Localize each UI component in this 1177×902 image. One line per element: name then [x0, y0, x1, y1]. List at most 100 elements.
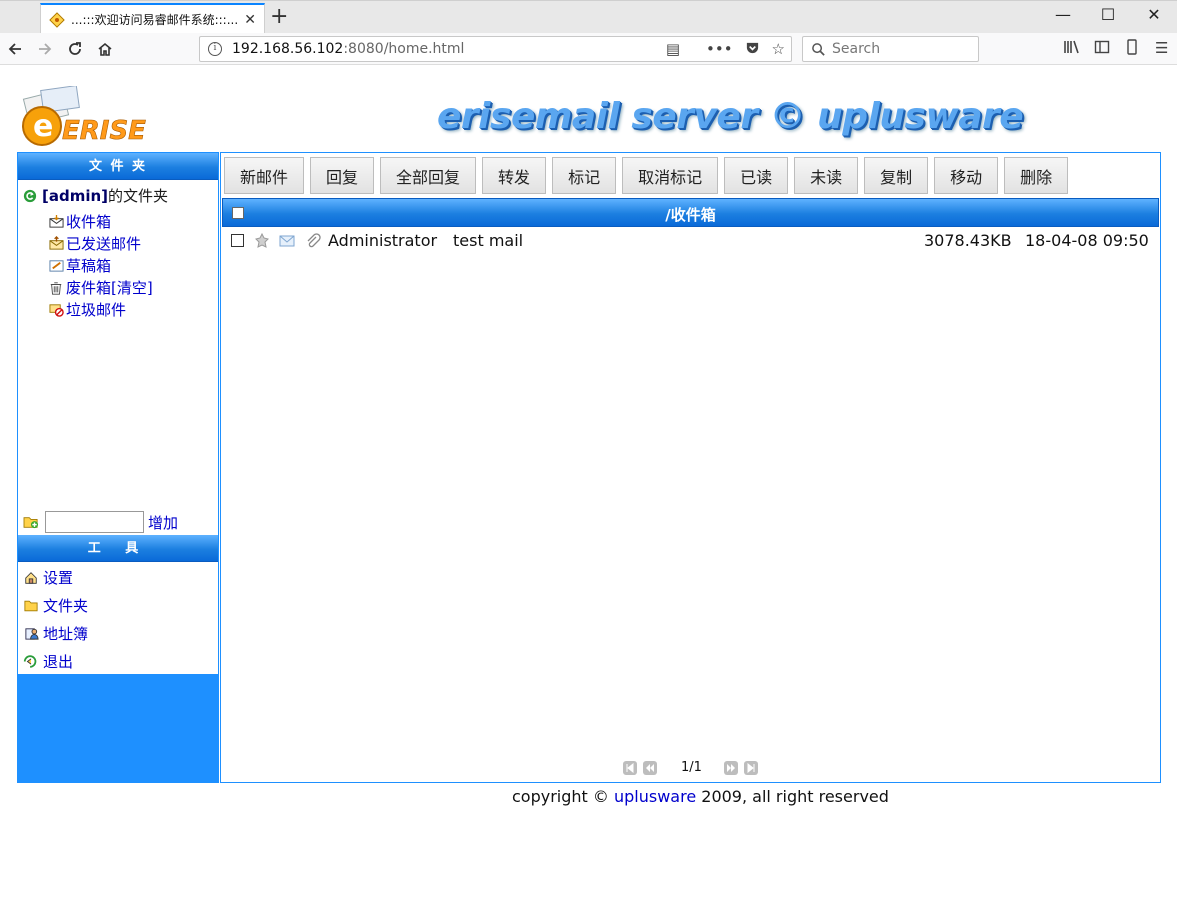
unflag-button[interactable]: 取消标记	[622, 157, 719, 194]
reply-button[interactable]: 回复	[310, 157, 375, 194]
prev-page-icon[interactable]	[643, 760, 657, 775]
last-page-icon[interactable]	[743, 760, 758, 775]
mail-from: Administrator	[328, 231, 438, 250]
page-indicator: 1/1	[681, 760, 702, 775]
home-icon[interactable]	[94, 38, 116, 60]
folder-inbox[interactable]: 收件箱	[48, 211, 111, 232]
reader-view-icon[interactable]: ▤	[666, 40, 680, 59]
folder-trash[interactable]: 废件箱[清空]	[48, 277, 153, 298]
tool-label: 文件夹	[43, 597, 89, 615]
mail-list-title: /收件箱	[665, 206, 716, 224]
forward-button[interactable]: 转发	[482, 157, 547, 194]
window-close-icon[interactable]: ✕	[1131, 5, 1177, 24]
banner-title: erisemail server © uplusware	[437, 96, 1024, 137]
attachment-icon	[307, 233, 321, 248]
tool-folders[interactable]: 文件夹	[23, 595, 88, 616]
tool-logout[interactable]: 退出	[23, 651, 73, 672]
tool-label: 设置	[43, 569, 74, 587]
folder-icon	[23, 598, 39, 614]
address-book-icon	[23, 626, 39, 642]
owner-suffix: 的文件夹	[108, 187, 169, 205]
flag-icon[interactable]	[254, 233, 270, 249]
folder-label: 草稿箱	[66, 257, 112, 275]
tab-close-icon[interactable]: ✕	[244, 12, 256, 28]
mark-unread-button[interactable]: 未读	[794, 157, 859, 194]
tools-panel: 设置 文件夹 地址簿 退出	[18, 562, 218, 674]
folder-spam[interactable]: 垃圾邮件	[48, 299, 126, 320]
url-host: 192.168.56.102	[232, 41, 344, 57]
tab-title: ...:::欢迎访问易睿邮件系统:::...	[71, 13, 239, 27]
trash-icon	[48, 280, 64, 296]
owner-username: [admin]	[42, 186, 109, 205]
library-icon[interactable]	[1063, 39, 1081, 59]
site-info-icon[interactable]: i	[208, 42, 222, 56]
folder-owner: [admin] 的文件夹	[23, 185, 168, 206]
page-actions-icon[interactable]: •••	[706, 40, 733, 59]
url-bar[interactable]: i 192.168.56.102:8080/home.html ▤ ••• ☆	[199, 36, 792, 62]
reload-icon[interactable]	[64, 38, 86, 60]
forward-icon[interactable]	[34, 38, 56, 60]
url-path: :8080/home.html	[343, 41, 465, 57]
spam-icon	[48, 302, 64, 318]
add-folder-button[interactable]: 增加	[148, 512, 178, 533]
tools-panel-heading: 工 具	[18, 535, 218, 562]
add-folder-row: 增加	[23, 511, 178, 533]
delete-button[interactable]: 删除	[1004, 157, 1069, 194]
search-input[interactable]	[832, 41, 972, 57]
drafts-icon	[48, 258, 64, 274]
svg-text:e: e	[33, 109, 53, 144]
sidebar-toggle-icon[interactable]	[1094, 39, 1110, 59]
read-envelope-icon	[279, 235, 295, 247]
folders-panel-heading: 文 件 夹	[18, 153, 218, 180]
mail-list-header: /收件箱	[222, 198, 1159, 227]
left-sidebar: 文 件 夹 [admin] 的文件夹 收件箱 已发送邮件 草稿箱 废件箱[清空]…	[17, 152, 219, 783]
new-mail-button[interactable]: 新邮件	[224, 157, 305, 194]
bookmark-star-icon[interactable]: ☆	[772, 40, 785, 59]
mark-read-button[interactable]: 已读	[724, 157, 789, 194]
move-button[interactable]: 移动	[934, 157, 999, 194]
new-folder-input[interactable]	[45, 511, 144, 533]
first-page-icon[interactable]	[623, 760, 637, 775]
mail-date: 18-04-08 09:50	[1025, 231, 1149, 250]
tool-label: 地址簿	[43, 625, 89, 643]
sent-icon	[48, 236, 64, 252]
erise-logo: e ERISE	[20, 85, 170, 148]
back-icon[interactable]	[4, 38, 26, 60]
folder-label: 垃圾邮件	[66, 301, 127, 319]
maximize-icon[interactable]: ☐	[1085, 5, 1131, 24]
mail-row[interactable]: Administrator test mail 3078.43KB 18-04-…	[222, 229, 1159, 253]
folder-drafts[interactable]: 草稿箱	[48, 255, 111, 276]
responsive-design-icon[interactable]	[1125, 39, 1139, 59]
refresh-folders-icon[interactable]	[23, 189, 37, 203]
browser-navbar: i 192.168.56.102:8080/home.html ▤ ••• ☆ …	[0, 33, 1177, 65]
browser-tab[interactable]: ...:::欢迎访问易睿邮件系统:::... ✕	[40, 3, 265, 34]
pocket-icon[interactable]	[745, 40, 760, 59]
mail-toolbar: 新邮件 回复 全部回复 转发 标记 取消标记 已读 未读 复制 移动 删除	[224, 157, 1069, 194]
search-icon	[812, 42, 825, 56]
footer-prefix: copyright ©	[512, 787, 614, 806]
site-favicon-icon	[49, 11, 65, 28]
browser-tabbar: ...:::欢迎访问易睿邮件系统:::... ✕ + — ☐ ✕	[0, 0, 1177, 34]
logout-icon	[23, 654, 39, 670]
mail-row-checkbox[interactable]	[231, 234, 244, 247]
folder-label: 已发送邮件	[66, 235, 142, 253]
add-folder-icon	[23, 517, 38, 529]
main-panel: 新邮件 回复 全部回复 转发 标记 取消标记 已读 未读 复制 移动 删除 /收…	[220, 152, 1161, 783]
inbox-icon	[48, 214, 64, 230]
search-bar[interactable]	[802, 36, 979, 62]
next-page-icon[interactable]	[723, 760, 738, 775]
tool-address-book[interactable]: 地址簿	[23, 623, 88, 644]
minimize-icon[interactable]: —	[1040, 5, 1086, 24]
tool-settings[interactable]: 设置	[23, 567, 73, 588]
menu-icon[interactable]: ☰	[1155, 39, 1168, 57]
copy-button[interactable]: 复制	[864, 157, 929, 194]
reply-all-button[interactable]: 全部回复	[380, 157, 477, 194]
tool-label: 退出	[43, 653, 74, 671]
mail-subject[interactable]: test mail	[453, 231, 523, 250]
folder-sent[interactable]: 已发送邮件	[48, 233, 141, 254]
flag-button[interactable]: 标记	[552, 157, 617, 194]
settings-icon	[23, 570, 39, 586]
pager: 1/1	[623, 760, 758, 775]
new-tab-icon[interactable]: +	[270, 5, 288, 29]
footer-uplusware-link[interactable]: uplusware	[614, 787, 696, 806]
